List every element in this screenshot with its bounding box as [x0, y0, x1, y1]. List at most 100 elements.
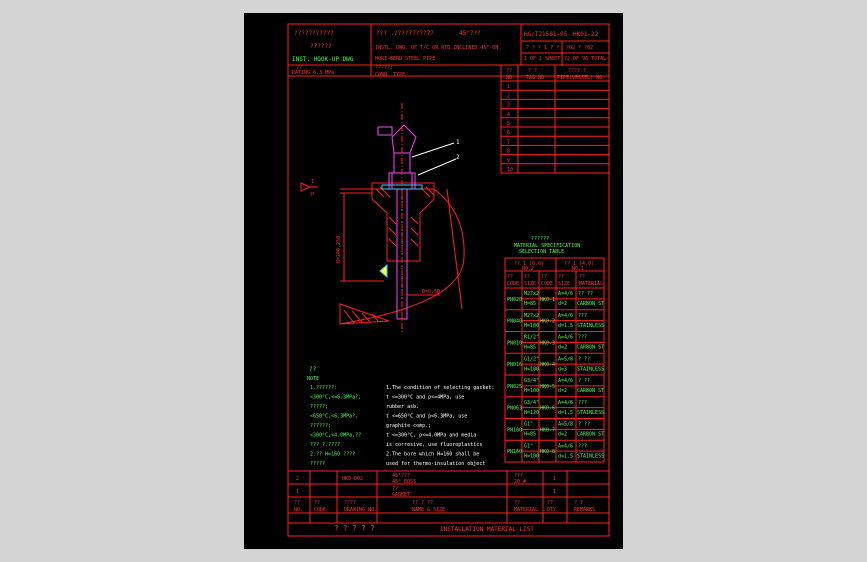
bom-row-qty: 1	[553, 489, 556, 495]
tag-table-numbers: 1 2 3 4 5 6 7 8 9 10	[507, 84, 513, 173]
mat-row-size1: M27x2	[524, 291, 539, 297]
dim-h-label: H=200,250	[336, 236, 342, 263]
bom-row-name: 45° BOSS	[392, 479, 416, 485]
mat-row-code2: HK0-6	[540, 406, 555, 412]
bom-head-q: ??	[547, 500, 553, 506]
bom-row-name: GASKET	[392, 492, 410, 498]
conn-type: CONN. TYPE	[375, 72, 405, 78]
tag-row-number: 9	[507, 158, 510, 164]
bom-text: 2 HK0-D02 45°???45° BOSS???20 #11 ??GASKET 1…	[294, 473, 595, 513]
note-q-title: ??	[309, 366, 317, 373]
mat-row-code2: HK0-3	[540, 340, 555, 346]
bom-head-q: ????	[344, 500, 356, 506]
mat-col-head-q: ??	[507, 274, 513, 280]
mat-col-head: CODE	[541, 281, 553, 287]
mat-row-material: CARBON ST	[577, 301, 604, 307]
drawing-sheet: ??????????? ?????? INST. HOOK-UP DWG ???…	[244, 13, 623, 549]
notes-right: 1.The condition of selecting gasket: t <…	[386, 385, 494, 467]
note-title: NOTE	[307, 376, 319, 382]
mat-row-code2: HK0-4	[540, 362, 555, 368]
mat-row-size2: H=100	[524, 366, 539, 372]
bom-footer: INSTALLATION MATERIAL LIST	[440, 526, 534, 533]
mat-head-en2: NO.1	[572, 266, 584, 272]
bom-head-q: ?? ? ??	[412, 500, 433, 506]
mat-row-code: PN016	[507, 362, 522, 368]
note-right-line: t <=300°C, p<=4.0MPa and media	[386, 433, 476, 439]
mat-row-size1: G3/4"	[524, 400, 539, 406]
tag-row-number: 1	[507, 84, 510, 90]
tag-row-number: 3	[507, 103, 510, 109]
note-left-line: ?????;	[310, 404, 328, 410]
bom-head: NAME & SIZE	[412, 507, 445, 513]
note-right-line: graphite comp.;	[386, 423, 431, 429]
tag-row-number: 6	[507, 130, 510, 136]
sheet-q: ? ? ? 1 ? ?	[526, 45, 559, 51]
col-tag-q: ? ?	[528, 68, 537, 74]
mat-row-material: STAINLESS	[577, 453, 604, 459]
tag-row-number: 8	[507, 149, 510, 155]
mat-row-s1: A=4/6	[558, 378, 573, 384]
mat-row-s2: d=3	[558, 366, 567, 372]
mat-row-size2: H=85	[524, 345, 536, 351]
drawing-no: HK01-22	[573, 31, 599, 38]
mat-row-s2: d=2	[558, 301, 567, 307]
bom-head-q: ??	[294, 500, 300, 506]
bom-head-q: ??	[514, 500, 520, 506]
rating-value: RATING 6.3 MPa	[292, 70, 334, 76]
header-qmarks-1: ???????????	[294, 30, 334, 37]
bom-head-q: ? ?	[574, 500, 583, 506]
mat-row-s1: A=4/6	[558, 400, 573, 406]
terminal-head	[391, 124, 417, 154]
mat-row-code2: HK0-8	[540, 449, 555, 455]
tag-row-number: 7	[507, 139, 510, 145]
mat-row-code: PN020	[507, 297, 522, 303]
title-en-1: INSTL. DWG. OF T/C OR RTD INCLINED 45° O…	[375, 45, 498, 51]
mat-title-en-2: SELECTION TABLE	[519, 249, 564, 255]
cad-drawing: ??????????? ?????? INST. HOOK-UP DWG ???…	[287, 23, 610, 537]
mat-row-code2: HK0-7	[540, 427, 555, 433]
dim-d-label: D=0.5D	[422, 289, 440, 295]
sheet-text: 1 OF 1 SHEET	[524, 56, 560, 62]
note-left-line: ??????;	[310, 423, 331, 429]
total-text: ?2 OF 96 TOTAL	[564, 56, 606, 62]
mat-row-material: CARBON ST	[577, 388, 604, 394]
mat-row-size2: H=85	[524, 301, 536, 307]
mat-col-head-q: ??	[558, 274, 564, 280]
mat-row-material-q: ???	[578, 313, 587, 319]
tag-row-number: 5	[507, 121, 510, 127]
title-qmarks: ??? .???????????	[376, 30, 434, 37]
note-right-line: 1.The condition of selecting gasket:	[386, 385, 494, 391]
title-en-2: HORI-BEND STEEL PIPE	[375, 56, 435, 62]
header-qmarks-2: ??????	[310, 43, 332, 50]
mat-row-code: PN100	[507, 427, 522, 433]
note-right-line: 2.The bore which H=160 shall be	[386, 452, 479, 458]
mat-col-head-q: ??	[579, 274, 585, 280]
mat-row-material-q: ?? ??	[578, 291, 593, 297]
bom-head: MATERIAL	[514, 507, 538, 513]
mat-row-size1: M27x2	[524, 313, 539, 319]
col-pipe: PIPE(VESSEL) NO	[557, 75, 602, 81]
mat-col-head: SIZE	[558, 281, 570, 287]
col-pipe-q: ???? ?	[568, 68, 586, 74]
mat-title-q: ??????	[531, 236, 549, 242]
bom-head: QTY	[547, 507, 556, 513]
bom-row-qty: 1	[553, 476, 556, 482]
mat-row-size2: H=100	[524, 453, 539, 459]
mat-row-material-q: ???	[578, 443, 587, 449]
boss-hatch	[375, 186, 435, 247]
bom-head: CODE	[314, 507, 326, 513]
mat-row-material-q: ? ??	[578, 356, 590, 362]
thermowell-drawing: H=200,250 D=0.5D 1 2 I P	[300, 103, 465, 333]
note-left-line: <300°C,<=6.3MPa?,	[310, 395, 361, 401]
mat-row-size2: H=85	[524, 432, 536, 438]
mat-row-material: STAINLESS	[577, 366, 604, 372]
flow-letter-2: P	[311, 192, 314, 198]
bom-head: REMARKS	[574, 507, 595, 513]
mat-row-s1: A=4/6	[558, 335, 573, 341]
tag-row-number: 2	[507, 93, 510, 99]
note-left-line: 2.?? H=160 ????	[310, 452, 355, 458]
callout-1: 1	[456, 139, 460, 146]
mat-row-material: CARBON ST	[577, 345, 604, 351]
mat-row-material-q: ? ??	[578, 378, 590, 384]
mat-row-size1: G3/4"	[524, 378, 539, 384]
